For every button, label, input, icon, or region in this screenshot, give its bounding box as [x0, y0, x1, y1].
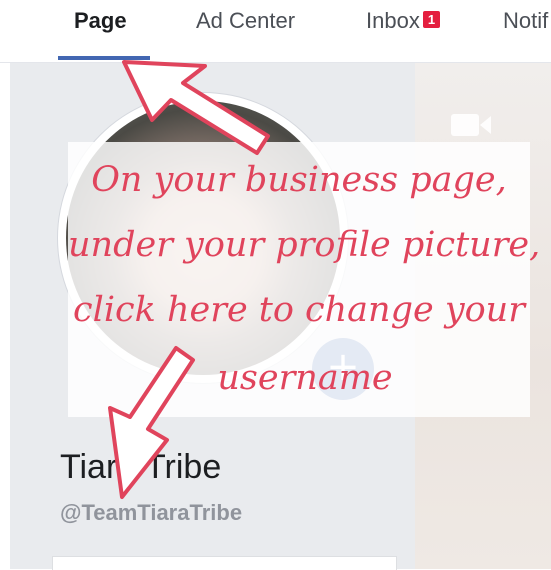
instruction-line-4: username: [217, 358, 393, 398]
instruction-line-1: On your business page,: [91, 160, 507, 200]
page-actions-card: [52, 556, 397, 570]
page-top-nav: Page Ad Center Inbox 1 Notif: [0, 0, 551, 63]
page-username-link[interactable]: @TeamTiaraTribe: [60, 500, 242, 526]
active-tab-indicator: [58, 56, 150, 60]
page-title: Tiara Tribe: [60, 448, 222, 486]
tab-inbox[interactable]: Inbox 1: [366, 8, 441, 34]
inbox-count-badge: 1: [422, 11, 441, 28]
instruction-line-2: under your profile picture,: [68, 225, 541, 265]
video-camera-icon: [451, 114, 491, 136]
tab-inbox-label: Inbox: [366, 8, 420, 33]
tab-page[interactable]: Page: [74, 8, 127, 34]
tab-notifications[interactable]: Notif: [503, 8, 548, 34]
instruction-line-3: click here to change your: [73, 290, 525, 330]
tab-ad-center[interactable]: Ad Center: [196, 8, 295, 34]
